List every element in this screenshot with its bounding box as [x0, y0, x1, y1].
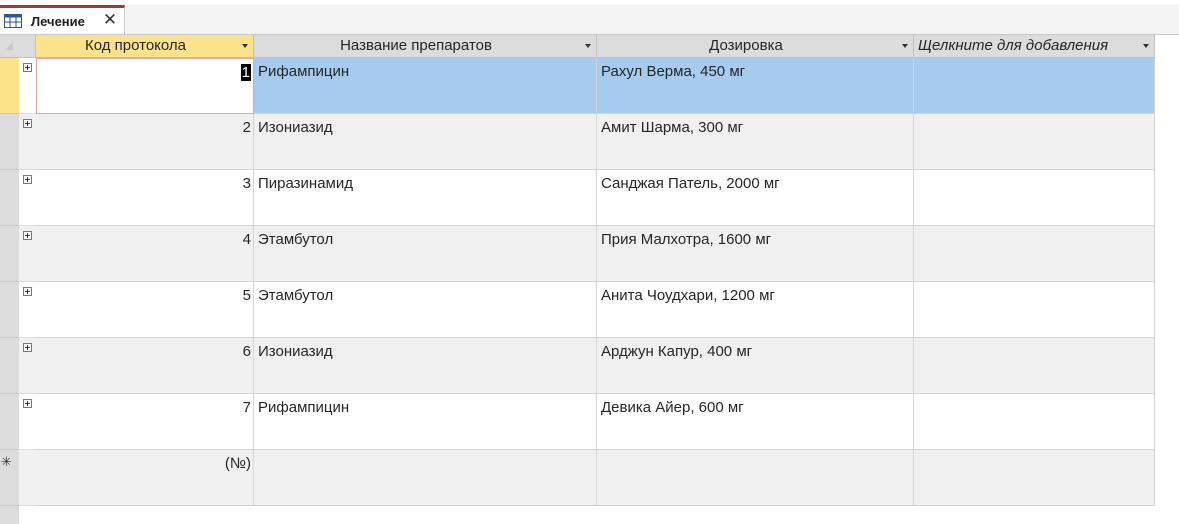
cell-protocol-code[interactable]: 6 [36, 338, 254, 394]
cell-dosage[interactable]: Рахул Верма, 450 мг [597, 58, 914, 114]
dropdown-arrow-icon[interactable] [902, 44, 908, 48]
cell-empty[interactable] [914, 226, 1155, 282]
cell-empty[interactable] [914, 450, 1155, 506]
new-record-icon: ✳ [1, 454, 12, 469]
plus-icon [23, 343, 32, 352]
plus-icon [23, 287, 32, 296]
cell-dosage[interactable]: Прия Малхотра, 1600 мг [597, 226, 914, 282]
dropdown-arrow-icon[interactable] [585, 44, 591, 48]
column-header-drug-name[interactable]: Название препаратов [254, 35, 597, 58]
table-row[interactable]: 2 Изониазид Амит Шарма, 300 мг [0, 114, 1155, 170]
expand-row-button[interactable] [19, 170, 36, 226]
plus-icon [23, 231, 32, 240]
plus-icon [23, 399, 32, 408]
table-row[interactable]: 5 Этамбутол Анита Чоудхари, 1200 мг [0, 282, 1155, 338]
expand-row-button[interactable] [19, 114, 36, 170]
column-header-label: Дозировка [709, 37, 783, 54]
cell-empty[interactable] [914, 338, 1155, 394]
table-row[interactable]: 6 Изониазид Арджун Капур, 400 мг [0, 338, 1155, 394]
record-selector[interactable] [0, 114, 19, 170]
table-row[interactable]: 7 Рифампицин Девика Айер, 600 мг [0, 394, 1155, 450]
column-header-label: Код протокола [84, 37, 187, 54]
plus-icon [23, 175, 32, 184]
cell-drug-name[interactable]: Этамбутол [254, 282, 597, 338]
cell-empty[interactable] [914, 282, 1155, 338]
cell-protocol-code[interactable]: 4 [36, 226, 254, 282]
cell-protocol-code[interactable]: 2 [36, 114, 254, 170]
cell-protocol-code[interactable]: 7 [36, 394, 254, 450]
cell-dosage-new[interactable] [597, 450, 914, 506]
cell-empty[interactable] [914, 58, 1155, 114]
cell-protocol-code[interactable]: 1 [36, 58, 254, 114]
cell-drug-name[interactable]: Этамбутол [254, 226, 597, 282]
table-row[interactable]: 1 Рифампицин Рахул Верма, 450 мг [0, 58, 1155, 114]
cell-empty[interactable] [914, 114, 1155, 170]
cell-drug-name[interactable]: Изониазид [254, 338, 597, 394]
record-selector[interactable] [0, 170, 19, 226]
cell-dosage[interactable]: Амит Шарма, 300 мг [597, 114, 914, 170]
cell-drug-name[interactable]: Рифампицин [254, 58, 597, 114]
expand-row-button[interactable] [19, 58, 36, 114]
table-row[interactable]: 3 Пиразинамид Санджая Патель, 2000 мг [0, 170, 1155, 226]
cell-drug-name[interactable]: Пиразинамид [254, 170, 597, 226]
cell-value: 1 [240, 64, 251, 81]
select-all-corner[interactable] [0, 35, 36, 58]
expand-row-button[interactable] [19, 226, 36, 282]
tab-bar: Лечение ✕ [0, 5, 1179, 35]
column-header-click-to-add[interactable]: Щелкните для добавления [914, 35, 1155, 58]
expand-row-button[interactable] [19, 394, 36, 450]
expand-placeholder [19, 450, 36, 506]
cell-drug-name[interactable]: Изониазид [254, 114, 597, 170]
cell-drug-name-new[interactable] [254, 450, 597, 506]
plus-icon [23, 63, 32, 72]
record-selector[interactable] [0, 394, 19, 450]
column-header-protocol-code[interactable]: Код протокола [36, 35, 254, 58]
cell-empty[interactable] [914, 394, 1155, 450]
record-selector[interactable] [0, 58, 19, 114]
cell-protocol-code-new[interactable]: (№) [36, 450, 254, 506]
dropdown-arrow-icon[interactable] [1143, 44, 1149, 48]
expand-row-button[interactable] [19, 338, 36, 394]
new-record-row[interactable]: ✳ (№) [0, 450, 1155, 506]
cell-drug-name[interactable]: Рифампицин [254, 394, 597, 450]
record-selector[interactable] [0, 338, 19, 394]
column-header-label: Название препаратов [340, 37, 492, 54]
tab-label: Лечение [31, 14, 85, 29]
cell-dosage[interactable]: Анита Чоудхари, 1200 мг [597, 282, 914, 338]
table-icon [4, 14, 22, 28]
cell-dosage[interactable]: Санджая Патель, 2000 мг [597, 170, 914, 226]
record-selector-new[interactable]: ✳ [0, 450, 19, 506]
cell-dosage[interactable]: Арджун Капур, 400 мг [597, 338, 914, 394]
cell-empty[interactable] [914, 170, 1155, 226]
expand-row-button[interactable] [19, 282, 36, 338]
close-icon[interactable]: ✕ [102, 11, 118, 29]
tab-lechenie[interactable]: Лечение ✕ [0, 5, 125, 34]
plus-icon [23, 119, 32, 128]
table-row[interactable]: 4 Этамбутол Прия Малхотра, 1600 мг [0, 226, 1155, 282]
column-header-label: Щелкните для добавления [918, 37, 1109, 54]
dropdown-arrow-icon[interactable] [242, 44, 248, 48]
column-header-dosage[interactable]: Дозировка [597, 35, 914, 58]
record-selector[interactable] [0, 282, 19, 338]
cell-protocol-code[interactable]: 5 [36, 282, 254, 338]
cell-protocol-code[interactable]: 3 [36, 170, 254, 226]
record-selector[interactable] [0, 226, 19, 282]
cell-dosage[interactable]: Девика Айер, 600 мг [597, 394, 914, 450]
select-all-icon [5, 42, 13, 50]
